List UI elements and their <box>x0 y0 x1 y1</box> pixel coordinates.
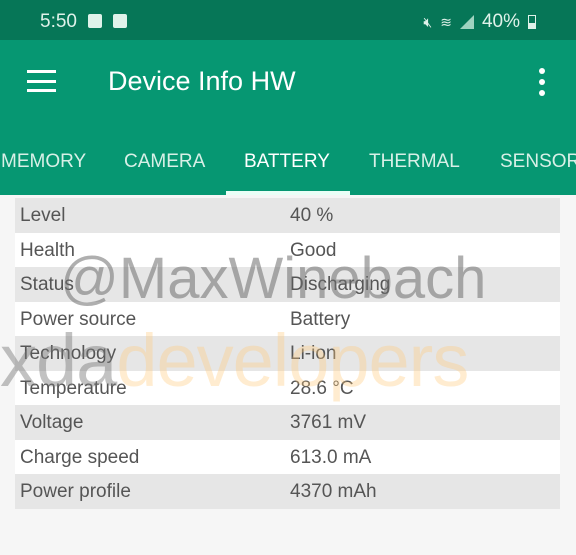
item-value: 4370 mAh <box>290 481 377 502</box>
battery-percent: 40% <box>481 11 520 32</box>
item-value: Good <box>290 239 337 261</box>
mute-icon: 🔇︎ <box>423 13 433 30</box>
list-item: Charge speed 613.0 mA <box>15 439 560 474</box>
item-value: 28.6 °C <box>290 377 354 399</box>
list-item: Voltage 3761 mV <box>15 405 560 440</box>
active-tab-indicator <box>226 191 350 195</box>
item-value: Battery <box>290 308 351 330</box>
app-bar: Device Info HW MEMORY CAMERA BATTERY THE… <box>0 40 576 195</box>
tab-battery[interactable]: BATTERY <box>244 151 330 173</box>
clock: 5:50 <box>40 11 77 32</box>
item-value: Discharging <box>290 274 391 295</box>
list-item: Technology Li-ion <box>15 336 560 371</box>
item-label: Power profile <box>20 481 131 502</box>
item-label: Health <box>20 239 75 261</box>
tab-sensors[interactable]: SENSORS <box>500 151 576 173</box>
list-item: Health Good <box>15 232 560 267</box>
item-value: 40 % <box>290 205 334 226</box>
item-label: Temperature <box>20 377 127 399</box>
item-label: Technology <box>20 343 117 364</box>
tab-camera[interactable]: CAMERA <box>124 151 205 173</box>
item-label: Level <box>20 205 66 226</box>
image-icon <box>88 14 102 28</box>
list-item: Level 40 % <box>15 198 560 233</box>
item-value: Li-ion <box>290 343 337 364</box>
signal-icon <box>459 15 474 29</box>
list-item: Power source Battery <box>15 301 560 336</box>
close-notification-icon <box>113 14 127 28</box>
status-bar: 5:50 🔇︎ ≋ 40% <box>0 0 576 40</box>
tab-bar: MEMORY CAMERA BATTERY THERMAL SENSORS <box>0 148 576 195</box>
item-label: Charge speed <box>20 446 140 468</box>
tab-thermal[interactable]: THERMAL <box>369 151 460 173</box>
hamburger-menu-icon[interactable] <box>27 70 56 92</box>
item-label: Status <box>20 274 74 295</box>
item-value: 613.0 mA <box>290 446 372 468</box>
more-vert-icon[interactable] <box>530 68 554 96</box>
list-item: Status Discharging <box>15 267 560 302</box>
battery-info-list: Level 40 % Health Good Status Discharging P… <box>15 198 560 509</box>
wifi-icon: ≋ <box>440 13 452 30</box>
tab-memory[interactable]: MEMORY <box>1 151 86 173</box>
list-item: Temperature 28.6 °C <box>15 370 560 405</box>
list-item: Power profile 4370 mAh <box>15 474 560 509</box>
app-title: Device Info HW <box>108 66 296 96</box>
item-value: 3761 mV <box>290 412 367 433</box>
battery-icon <box>528 15 536 29</box>
item-label: Power source <box>20 308 137 330</box>
item-label: Voltage <box>20 412 84 433</box>
